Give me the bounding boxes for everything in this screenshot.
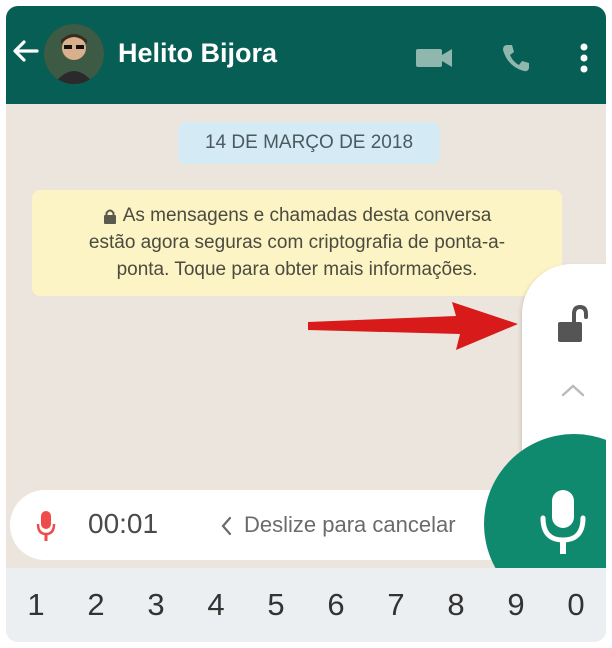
- key-0[interactable]: 0: [551, 587, 601, 623]
- contact-name[interactable]: Helito Bijora: [118, 38, 277, 69]
- key-8[interactable]: 8: [431, 587, 481, 623]
- key-9[interactable]: 9: [491, 587, 541, 623]
- notice-text-1: As mensagens e chamadas desta conversa: [122, 205, 492, 226]
- notice-line-2: estão agora seguras com criptografia de …: [88, 232, 506, 253]
- notice-line-1: As mensagens e chamadas desta conversa: [32, 202, 562, 229]
- slide-to-cancel[interactable]: Deslize para cancelar: [244, 512, 456, 538]
- recording-mic-icon: [36, 511, 56, 541]
- encryption-notice[interactable]: As mensagens e chamadas desta conversa e…: [32, 190, 562, 296]
- key-2[interactable]: 2: [71, 587, 121, 623]
- mic-icon: [540, 490, 586, 554]
- chat-header: Helito Bijora: [6, 6, 606, 104]
- whatsapp-screen: Helito Bijora 14 DE MARÇO DE 2018 As men…: [6, 6, 606, 642]
- date-chip: 14 DE MARÇO DE 2018: [178, 122, 440, 164]
- back-arrow-icon[interactable]: [10, 36, 40, 66]
- key-1[interactable]: 1: [11, 587, 61, 623]
- key-7[interactable]: 7: [371, 587, 421, 623]
- video-call-icon[interactable]: [414, 46, 454, 70]
- unlocked-padlock-icon[interactable]: [556, 304, 588, 344]
- avatar[interactable]: [44, 24, 104, 84]
- recording-bar: 00:01 Deslize para cancelar: [10, 490, 530, 560]
- notice-line-3: ponta. Toque para obter mais informações…: [116, 259, 478, 280]
- recording-timer: 00:01: [88, 508, 159, 539]
- chevron-left-icon: [221, 516, 232, 536]
- numeric-keyboard-row: 1 2 3 4 5 6 7 8 9 0: [6, 568, 606, 642]
- lock-icon: [103, 209, 116, 224]
- more-vert-icon[interactable]: [578, 42, 590, 74]
- chevron-up-icon: [561, 384, 585, 397]
- phone-icon[interactable]: [500, 42, 532, 74]
- key-6[interactable]: 6: [311, 587, 361, 623]
- key-3[interactable]: 3: [131, 587, 181, 623]
- key-5[interactable]: 5: [251, 587, 301, 623]
- key-4[interactable]: 4: [191, 587, 241, 623]
- red-arrow-annotation: [308, 302, 518, 350]
